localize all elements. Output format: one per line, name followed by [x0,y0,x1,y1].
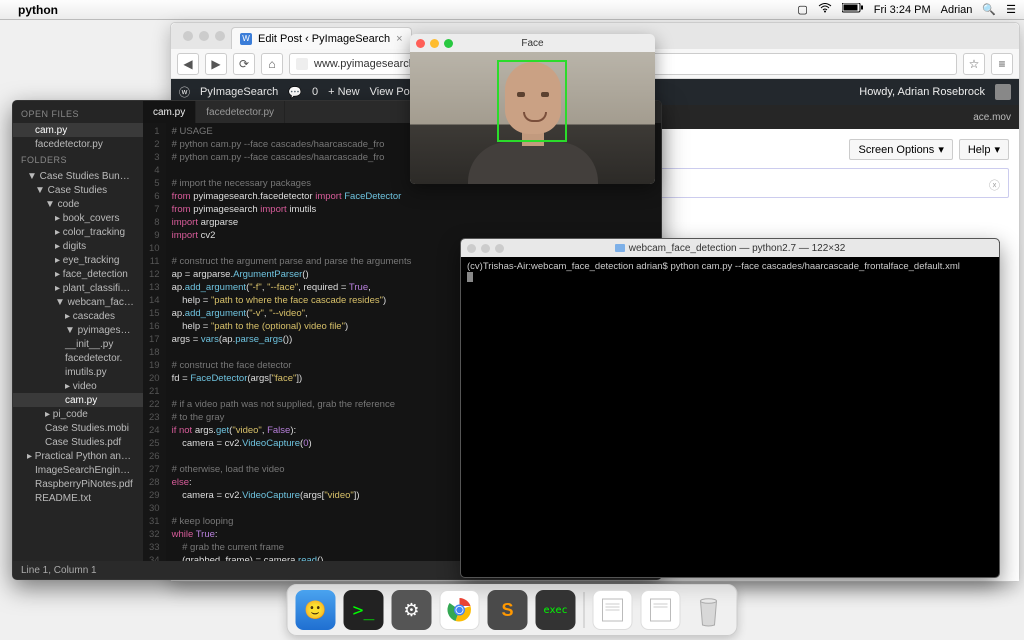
sidebar-item[interactable]: ▸ cascades [13,309,143,323]
wp-new-button[interactable]: + New [328,86,360,98]
video-frame [410,52,655,184]
sidebar-item[interactable]: ▸ video [13,379,143,393]
sidebar-item[interactable]: ▼ pyimagesearch [13,323,143,337]
menubar-user[interactable]: Adrian [941,4,973,16]
macos-dock: 🙂 >_ ⚙ S exec [287,584,738,636]
close-icon[interactable] [416,39,425,48]
sidebar-item[interactable]: ▸ pi_code [13,407,143,421]
wp-comments-icon[interactable]: 💬 [288,86,302,99]
sidebar-item[interactable]: ▸ face_detection [13,267,143,281]
dock-trash[interactable] [689,590,729,630]
active-app-name[interactable]: python [18,3,58,17]
sidebar-item[interactable]: ▸ eye_tracking [13,253,143,267]
terminal-title: webcam_face_detection — python2.7 — 122×… [629,243,846,254]
dock-app-settings[interactable]: ⚙ [392,590,432,630]
bookmark-button[interactable]: ☆ [963,53,985,75]
wp-howdy[interactable]: Howdy, Adrian Rosebrock [859,86,985,98]
terminal-window: webcam_face_detection — python2.7 — 122×… [460,238,1000,578]
sidebar-item[interactable]: Case Studies.pdf [13,435,143,449]
detection-bounding-box [497,60,567,142]
open-file-item[interactable]: cam.py [13,123,143,137]
sidebar-item[interactable]: cam.py [13,393,143,407]
wp-logo-icon[interactable]: ⓦ [179,84,190,100]
sublime-sidebar: OPEN FILES cam.py facedetector.py FOLDER… [13,101,143,561]
window-controls [177,23,231,49]
wp-avatar[interactable] [995,84,1011,100]
favicon-icon: W [240,33,252,45]
folder-icon [615,244,625,252]
dock-app-chrome[interactable] [440,590,480,630]
tab-title: Edit Post ‹ PyImageSearch [258,33,390,45]
dock-app-sublime[interactable]: S [488,590,528,630]
sidebar-item[interactable]: ▼ code [13,197,143,211]
reload-button[interactable]: ⟳ [233,53,255,75]
dock-separator [584,592,585,628]
sidebar-item[interactable]: RaspberryPiNotes.pdf [13,477,143,491]
tab-close-icon[interactable]: × [396,33,402,45]
terminal-prompt: (cv)Trishas-Air:webcam_face_detection ad… [467,261,670,272]
help-button[interactable]: Help▾ [959,139,1009,160]
sidebar-item[interactable]: README.txt [13,491,143,505]
minimize-icon[interactable] [481,244,490,253]
screen-options-button[interactable]: Screen Options▾ [849,139,952,160]
spotlight-icon[interactable]: 🔍 [982,3,996,16]
page-icon [296,58,308,70]
sidebar-item[interactable]: ▼ Case Studies Bundle – Pract [13,169,143,183]
back-button[interactable]: ◀ [177,53,199,75]
menubar-clock[interactable]: Fri 3:24 PM [874,4,931,16]
sidebar-item[interactable]: ▸ color_tracking [13,225,143,239]
sidebar-item[interactable]: Case Studies.mobi [13,421,143,435]
notice-dismiss-icon[interactable]: ⓧ [989,177,1000,193]
folders-header: FOLDERS [13,151,143,169]
dock-app-exec[interactable]: exec [536,590,576,630]
home-button[interactable]: ⌂ [261,53,283,75]
terminal-body[interactable]: (cv)Trishas-Air:webcam_face_detection ad… [461,257,999,577]
minimize-icon[interactable] [430,39,439,48]
zoom-icon[interactable] [215,31,225,41]
sidebar-item[interactable]: ▸ plant_classification [13,281,143,295]
browser-tab[interactable]: W Edit Post ‹ PyImageSearch × [231,27,412,49]
minimize-icon[interactable] [199,31,209,41]
terminal-command: python cam.py --face cascades/haarcascad… [670,261,959,272]
chrome-menu-button[interactable]: ≡ [991,53,1013,75]
editor-tab[interactable]: cam.py [143,101,196,123]
sidebar-item[interactable]: __init__.py [13,337,143,351]
sidebar-item[interactable]: ▸ Practical Python and Ope [13,449,143,463]
notification-center-icon[interactable]: ☰ [1006,3,1016,16]
sidebar-item[interactable]: imutils.py [13,365,143,379]
dock-preview-doc[interactable] [593,590,633,630]
wp-site-name[interactable]: PyImageSearch [200,86,278,98]
sidebar-item[interactable]: ▼ Case Studies [13,183,143,197]
status-cursor-pos: Line 1, Column 1 [21,565,97,576]
open-file-item[interactable]: facedetector.py [13,137,143,151]
close-icon[interactable] [467,244,476,253]
face-window-title: Face [521,38,543,49]
sidebar-item[interactable]: ImageSearchEngineResou [13,463,143,477]
open-files-header: OPEN FILES [13,105,143,123]
dock-app-terminal[interactable]: >_ [344,590,384,630]
editor-tab[interactable]: facedetector.py [196,101,285,123]
sidebar-item[interactable]: facedetector. [13,351,143,365]
battery-icon[interactable] [842,3,864,16]
zoom-icon[interactable] [444,39,453,48]
sidebar-item[interactable]: ▸ book_covers [13,211,143,225]
sidebar-item[interactable]: ▼ webcam_face_dete [13,295,143,309]
sidebar-item[interactable]: ▸ digits [13,239,143,253]
zoom-icon[interactable] [495,244,504,253]
terminal-cursor [467,272,473,282]
airplay-icon[interactable]: ▢ [797,3,807,16]
forward-button[interactable]: ▶ [205,53,227,75]
face-video-window: Face [410,34,655,184]
dock-app-finder[interactable]: 🙂 [296,590,336,630]
wifi-icon[interactable] [818,3,832,16]
subbar-right: ace.mov [973,112,1011,123]
close-icon[interactable] [183,31,193,41]
macos-menubar: python ▢ Fri 3:24 PM Adrian 🔍 ☰ [0,0,1024,20]
dock-preview-doc[interactable] [641,590,681,630]
